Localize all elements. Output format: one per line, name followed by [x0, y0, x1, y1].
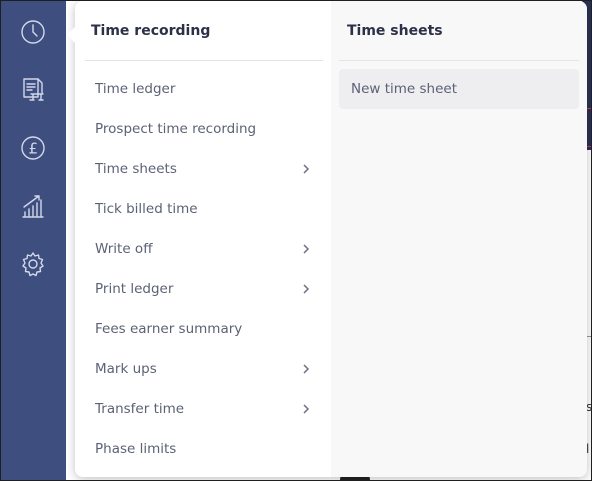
menu-item-label: Time ledger	[95, 81, 176, 97]
time-recording-dropdown: Time recording Time ledger Prospect time…	[75, 1, 587, 477]
submenu-item-new-time-sheet[interactable]: New time sheet	[339, 69, 579, 109]
menu-item-prospect-time-recording[interactable]: Prospect time recording	[83, 109, 323, 149]
menu-item-transfer-time[interactable]: Transfer time	[83, 389, 323, 429]
menu-item-print-ledger[interactable]: Print ledger	[83, 269, 323, 309]
menu-item-label: Print ledger	[95, 281, 174, 297]
menu-item-time-sheets[interactable]: Time sheets	[83, 149, 323, 189]
menu-item-write-off[interactable]: Write off	[83, 229, 323, 269]
menu-title: Time recording	[91, 23, 211, 39]
side-nav-rail: £	[1, 1, 66, 480]
menu-item-label: Tick billed time	[95, 201, 198, 217]
menu-item-label: Time sheets	[95, 161, 177, 177]
chevron-right-icon	[299, 242, 313, 256]
clock-icon[interactable]	[19, 18, 47, 46]
menu-item-phase-limits[interactable]: Phase limits	[83, 429, 323, 469]
bar-chart-icon[interactable]	[19, 192, 47, 220]
pound-icon[interactable]: £	[19, 134, 47, 162]
menu-item-label: Prospect time recording	[95, 121, 257, 137]
menu-item-fees-earner-summary[interactable]: Fees earner summary	[83, 309, 323, 349]
chevron-right-icon	[299, 162, 313, 176]
menu-item-time-ledger[interactable]: Time ledger	[83, 69, 323, 109]
chevron-right-icon	[299, 402, 313, 416]
menu-item-label: Mark ups	[95, 361, 157, 377]
gear-icon[interactable]	[19, 250, 47, 278]
menu-item-mark-ups[interactable]: Mark ups	[83, 349, 323, 389]
svg-text:£: £	[29, 140, 39, 158]
chevron-right-icon	[299, 282, 313, 296]
menu-item-label: Fees earner summary	[95, 321, 243, 337]
menu-item-label: Write off	[95, 241, 153, 257]
submenu-item-label: New time sheet	[351, 81, 458, 97]
menu-divider	[85, 60, 323, 61]
menu-item-label: Transfer time	[95, 401, 185, 417]
menu-item-label: Phase limits	[95, 441, 177, 457]
submenu-title: Time sheets	[347, 23, 443, 39]
chevron-right-icon	[299, 362, 313, 376]
main-menu-column: Time recording Time ledger Prospect time…	[75, 1, 331, 477]
submenu-column: Time sheets New time sheet	[331, 1, 587, 477]
menu-item-tick-billed-time[interactable]: Tick billed time	[83, 189, 323, 229]
submenu-divider	[339, 60, 579, 61]
report-icon[interactable]	[19, 76, 47, 104]
dropdown-pointer	[67, 26, 76, 44]
